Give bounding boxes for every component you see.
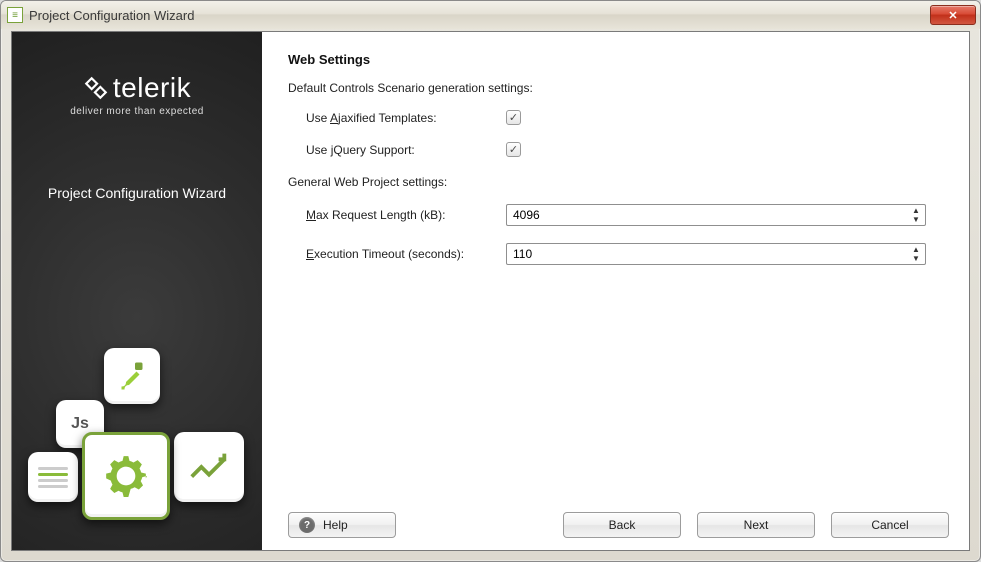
- check-icon: ✓: [509, 143, 518, 156]
- brand-tagline: deliver more than expected: [70, 106, 204, 117]
- close-button[interactable]: ✕: [930, 5, 976, 25]
- row-execution-timeout: Execution Timeout (seconds): 110 ▲▼: [288, 238, 949, 277]
- jquery-support-checkbox[interactable]: ✓: [506, 142, 521, 157]
- execution-timeout-value: 110: [513, 247, 532, 261]
- close-icon: ✕: [948, 9, 957, 22]
- brand-mark-icon: [83, 75, 109, 101]
- form-icon: [28, 452, 78, 502]
- max-request-length-label: Max Request Length (kB):: [306, 208, 506, 222]
- content-pane: Web Settings Default Controls Scenario g…: [262, 32, 969, 550]
- titlebar: ≡ Project Configuration Wizard ✕: [1, 1, 980, 29]
- spin-arrows[interactable]: ▲▼: [909, 245, 923, 263]
- ajax-templates-label: Use Ajaxified Templates:: [306, 111, 506, 125]
- window-body: telerik deliver more than expected Proje…: [11, 31, 970, 551]
- brand-logo: telerik deliver more than expected: [70, 72, 204, 117]
- next-button[interactable]: Next: [697, 512, 815, 538]
- execution-timeout-input[interactable]: 110 ▲▼: [506, 243, 926, 265]
- footer-buttons: ? Help Back Next Cancel: [288, 502, 949, 538]
- wizard-window: ≡ Project Configuration Wizard ✕ telerik…: [0, 0, 981, 562]
- help-icon: ?: [299, 517, 315, 533]
- row-max-request-length: Max Request Length (kB): 4096 ▲▼: [288, 199, 949, 238]
- row-ajax-templates: Use Ajaxified Templates: ✓: [288, 105, 949, 137]
- brand-name: telerik: [113, 72, 191, 104]
- sidebar-subtitle: Project Configuration Wizard: [48, 185, 226, 201]
- gear-icon: [82, 432, 170, 520]
- back-button[interactable]: Back: [563, 512, 681, 538]
- sidebar: telerik deliver more than expected Proje…: [12, 32, 262, 550]
- sidebar-illustration: Js: [12, 340, 262, 550]
- check-icon: ✓: [509, 111, 518, 124]
- help-button[interactable]: ? Help: [288, 512, 396, 538]
- arrow-up-icon[interactable]: ▲: [909, 206, 923, 215]
- row-jquery-support: Use jQuery Support: ✓: [288, 137, 949, 169]
- brush-icon: [104, 348, 160, 404]
- general-section-label: General Web Project settings:: [288, 175, 949, 189]
- chart-icon: [174, 432, 244, 502]
- arrow-down-icon[interactable]: ▼: [909, 254, 923, 263]
- arrow-up-icon[interactable]: ▲: [909, 245, 923, 254]
- window-title: Project Configuration Wizard: [29, 8, 930, 23]
- cancel-button[interactable]: Cancel: [831, 512, 949, 538]
- max-request-length-value: 4096: [513, 208, 540, 222]
- app-icon: ≡: [7, 7, 23, 23]
- execution-timeout-label: Execution Timeout (seconds):: [306, 247, 506, 261]
- arrow-down-icon[interactable]: ▼: [909, 215, 923, 224]
- spin-arrows[interactable]: ▲▼: [909, 206, 923, 224]
- ajax-templates-checkbox[interactable]: ✓: [506, 110, 521, 125]
- scenario-section-label: Default Controls Scenario generation set…: [288, 81, 949, 95]
- page-heading: Web Settings: [288, 52, 949, 67]
- jquery-support-label: Use jQuery Support:: [306, 143, 506, 157]
- max-request-length-input[interactable]: 4096 ▲▼: [506, 204, 926, 226]
